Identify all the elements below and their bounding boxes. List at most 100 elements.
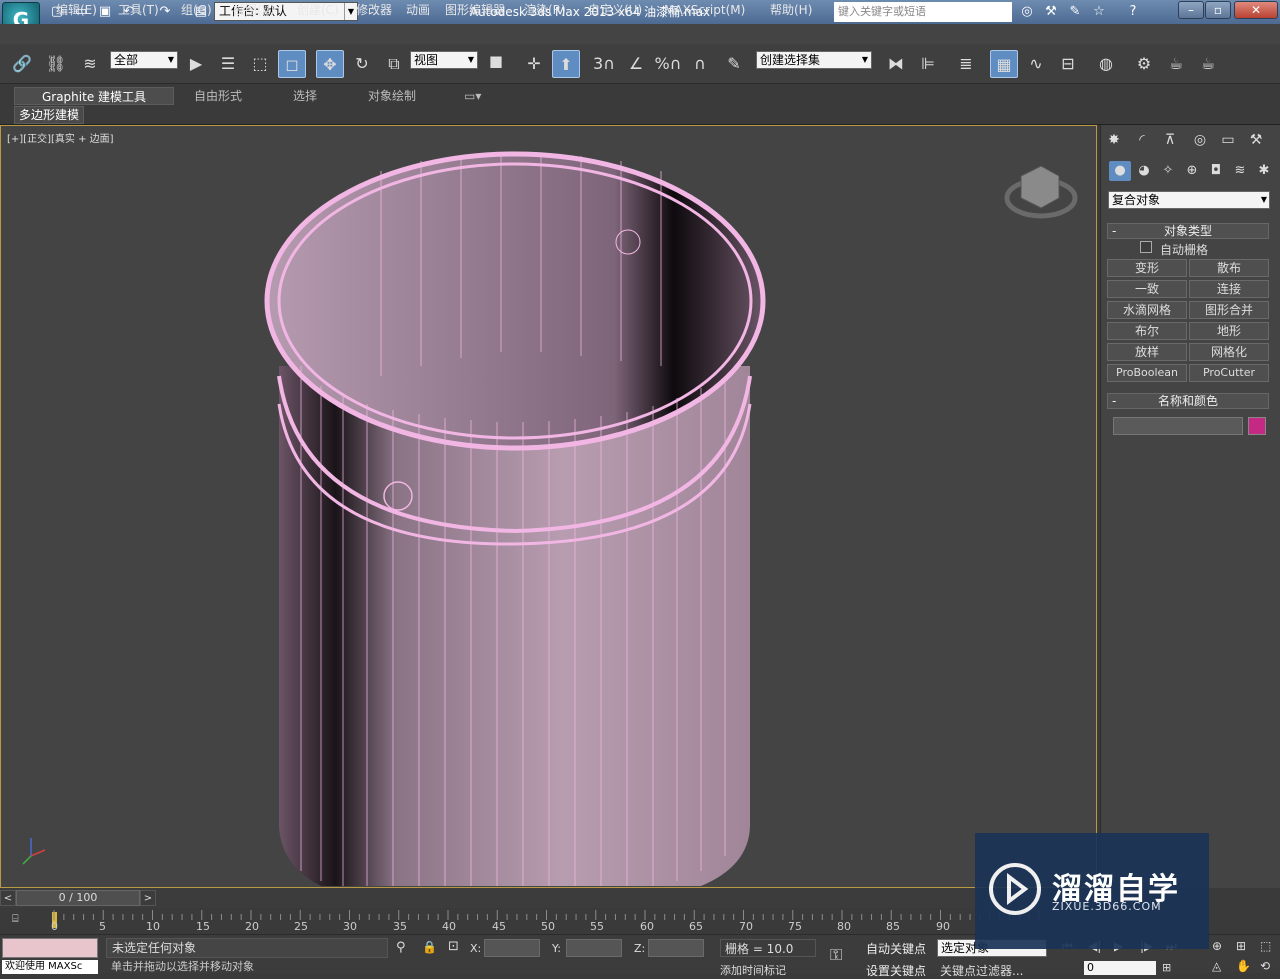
utilities-panel-icon[interactable]: ⚒: [1244, 129, 1268, 151]
menu-tools[interactable]: 工具(T): [118, 2, 159, 18]
ribbon-options-icon[interactable]: ▭▾: [464, 87, 481, 105]
save-file-icon[interactable]: ▣: [96, 3, 114, 21]
add-time-tag[interactable]: 添加时间标记: [720, 962, 786, 978]
selection-filter-select[interactable]: 全部 ▼: [110, 51, 178, 69]
blobmesh-button[interactable]: 水滴网格: [1107, 301, 1187, 319]
field-of-view-icon[interactable]: ◬: [1212, 959, 1221, 973]
autogrid-checkbox[interactable]: [1140, 241, 1152, 253]
procutter-button[interactable]: ProCutter: [1189, 364, 1269, 382]
geometry-category-select[interactable]: 复合对象 ▼: [1108, 191, 1270, 209]
mesher-button[interactable]: 网格化: [1189, 343, 1269, 361]
lock-selection-icon[interactable]: 🔒: [422, 940, 437, 954]
menu-rendering[interactable]: 渲染(R): [524, 2, 566, 18]
morph-button[interactable]: 变形: [1107, 259, 1187, 277]
menu-graph-editors[interactable]: 图形编辑器: [445, 2, 505, 18]
search-input[interactable]: 键入关键字或短语: [834, 2, 1012, 22]
select-and-rotate-icon[interactable]: ↻: [348, 50, 376, 78]
tab-selection[interactable]: 选择: [293, 87, 317, 105]
select-by-name-icon[interactable]: ☰: [214, 50, 242, 78]
menu-create[interactable]: 创建(C): [297, 2, 339, 18]
curve-editor-icon[interactable]: ∿: [1022, 50, 1050, 78]
object-color-swatch[interactable]: [1248, 417, 1266, 435]
absolute-mode-icon[interactable]: ⊡: [448, 939, 459, 954]
perspective-viewport[interactable]: [+][正交][真实 + 边面]: [0, 125, 1097, 888]
subscription-icon[interactable]: ⚒: [1042, 3, 1060, 21]
binoculars-icon[interactable]: ◎: [1018, 3, 1036, 21]
viewcube-icon[interactable]: [1020, 165, 1060, 209]
select-and-scale-icon[interactable]: ⧉: [380, 50, 408, 78]
cameras-icon[interactable]: ⊕: [1181, 161, 1203, 181]
maxscript-listener-input[interactable]: [2, 938, 98, 958]
pan-icon[interactable]: ✋: [1236, 959, 1251, 973]
time-slider-thumb[interactable]: 0 / 100: [16, 890, 140, 906]
zoom-all-icon[interactable]: ⊞: [1236, 939, 1246, 953]
motion-panel-icon[interactable]: ◎: [1188, 129, 1212, 151]
snaps-toggle-icon[interactable]: 3∩: [590, 50, 618, 78]
menu-maxscript[interactable]: MAXScript(M): [664, 2, 745, 18]
menu-help[interactable]: 帮助(H): [770, 2, 812, 18]
help-icon[interactable]: ?: [1124, 3, 1142, 21]
reference-coordinate-select[interactable]: 视图 ▼: [410, 51, 478, 69]
menu-edit[interactable]: 编辑(E): [56, 2, 97, 18]
helpers-icon[interactable]: ◘: [1205, 161, 1227, 181]
mirror-icon[interactable]: ⧓: [882, 50, 910, 78]
time-configuration-icon[interactable]: ⊞: [1162, 961, 1171, 974]
rectangular-selection-icon[interactable]: ⬚: [246, 50, 274, 78]
zoom-extents-icon[interactable]: ⬚: [1260, 939, 1271, 953]
shapes-icon[interactable]: ◕: [1133, 161, 1155, 181]
object-type-rollout[interactable]: - 对象类型: [1107, 223, 1269, 239]
geometry-icon[interactable]: ●: [1109, 161, 1131, 181]
manipulate-icon[interactable]: ✛: [520, 50, 548, 78]
polygon-modeling-panel[interactable]: 多边形建模: [14, 106, 85, 124]
shapemerge-button[interactable]: 图形合并: [1189, 301, 1269, 319]
track-bar[interactable]: ⌸ 0 5 10 15 20 25 30 35 40 45 50 55 60 6…: [0, 908, 1097, 934]
rendered-frame-window-icon[interactable]: ☕: [1162, 50, 1190, 78]
orbit-icon[interactable]: ⟲: [1260, 959, 1270, 973]
hierarchy-panel-icon[interactable]: ⊼: [1158, 129, 1182, 151]
named-selection-select[interactable]: 创建选择集 ▼: [756, 51, 872, 69]
zoom-icon[interactable]: ⊕: [1212, 939, 1222, 953]
angle-snap-icon[interactable]: ∠: [622, 50, 650, 78]
connect-button[interactable]: 连接: [1189, 280, 1269, 298]
menu-customize[interactable]: 自定义(U): [588, 2, 642, 18]
edit-named-selection-icon[interactable]: ✎: [720, 50, 748, 78]
object-name-field[interactable]: [1113, 417, 1243, 435]
next-frame-icon[interactable]: >: [140, 890, 156, 906]
key-filters-button[interactable]: 关键点过滤器...: [940, 962, 1023, 979]
tab-freeform[interactable]: 自由形式: [194, 87, 242, 105]
scene-explorer-icon[interactable]: ▦: [990, 50, 1018, 78]
spinner-snap-icon[interactable]: ∩: [686, 50, 714, 78]
display-panel-icon[interactable]: ▭: [1216, 129, 1240, 151]
link-icon[interactable]: 🔗: [8, 50, 36, 78]
lights-icon[interactable]: ✧: [1157, 161, 1179, 181]
pivot-center-icon[interactable]: ⯀: [482, 50, 510, 78]
bind-space-warp-icon[interactable]: ≋: [76, 50, 104, 78]
menu-modifiers[interactable]: 修改器: [356, 2, 392, 18]
key-icon[interactable]: ⚿: [830, 945, 842, 965]
modify-panel-icon[interactable]: ◜: [1130, 129, 1154, 151]
material-editor-icon[interactable]: ◍: [1092, 50, 1120, 78]
z-coordinate-field[interactable]: [648, 939, 704, 957]
systems-icon[interactable]: ✱: [1253, 161, 1275, 181]
communication-icon[interactable]: ✎: [1066, 3, 1084, 21]
proboolean-button[interactable]: ProBoolean: [1107, 364, 1187, 382]
set-key-button[interactable]: 设置关键点: [866, 962, 926, 979]
conform-button[interactable]: 一致: [1107, 280, 1187, 298]
keyboard-shortcut-override-icon[interactable]: ⬆: [552, 50, 580, 78]
schematic-view-icon[interactable]: ⊟: [1054, 50, 1082, 78]
scatter-button[interactable]: 散布: [1189, 259, 1269, 277]
select-object-icon[interactable]: ▶: [182, 50, 210, 78]
menu-view[interactable]: 视图(V): [233, 2, 275, 18]
menu-animation[interactable]: 动画: [406, 2, 430, 18]
menu-group[interactable]: 组(G): [181, 2, 212, 18]
terrain-button[interactable]: 地形: [1189, 322, 1269, 340]
loft-button[interactable]: 放样: [1107, 343, 1187, 361]
tab-object-paint[interactable]: 对象绘制: [368, 87, 416, 105]
minimize-button[interactable]: –: [1178, 1, 1204, 19]
previous-frame-icon[interactable]: <: [0, 890, 16, 906]
favorites-star-icon[interactable]: ☆: [1090, 3, 1108, 21]
boolean-button[interactable]: 布尔: [1107, 322, 1187, 340]
tab-graphite-modeling[interactable]: Graphite 建模工具: [14, 87, 174, 105]
isolate-selection-icon[interactable]: ⚲: [396, 940, 406, 955]
maximize-button[interactable]: ▫: [1205, 1, 1231, 19]
